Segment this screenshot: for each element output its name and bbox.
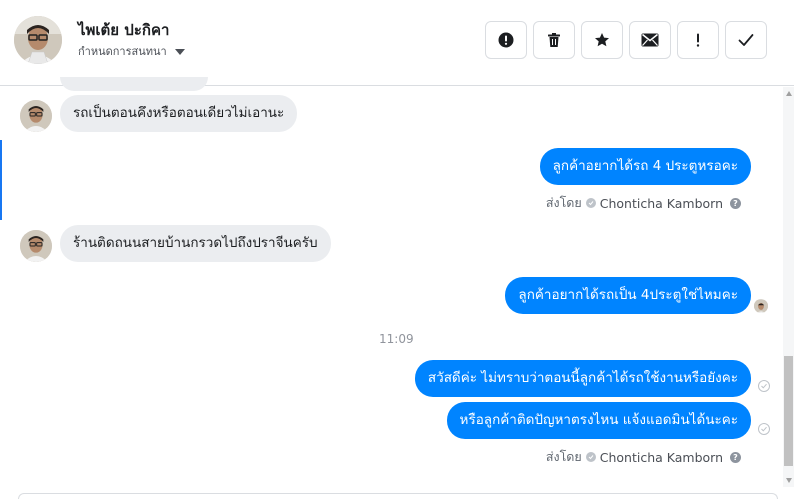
message-bubble-incoming[interactable]: ร้านติดถนนสายบ้านกรวดไปถึงปราจีนครับ (60, 225, 331, 262)
message-thread: รถเป็นตอนคึงหรือตอนเดียวไม่เอานะ ลูกค้าอ… (0, 77, 783, 487)
sent-check-icon (585, 452, 596, 462)
message-bubble-incoming[interactable]: รถเป็นตอนคึงหรือตอนเดียวไม่เอานะ (60, 95, 298, 132)
scroll-up-arrow-icon[interactable] (786, 91, 792, 96)
delivered-status-icon (758, 380, 770, 392)
conversation-actions-label: กำหนดการสนทนา (78, 45, 167, 58)
seen-by-avatar (754, 299, 768, 313)
message-bubble-outgoing[interactable]: ลูกค้าอยากได้รถ 4 ประตูหรอคะ (539, 148, 751, 185)
exclamation-icon (695, 32, 701, 48)
alert-circle-icon (498, 32, 514, 48)
timestamp-text: 11:09 (379, 332, 414, 346)
sent-by-prefix: ส่งโดย (545, 449, 582, 464)
scroll-down-arrow-icon[interactable] (786, 478, 792, 483)
contact-avatar[interactable] (14, 16, 62, 64)
check-icon (738, 33, 754, 47)
contact-avatar-small (20, 100, 52, 132)
delivered-status-icon (758, 423, 770, 435)
conversation-header: ไพเต้ย ปะกิคา กำหนดการสนทนา (0, 0, 794, 86)
mark-unread-button[interactable] (629, 21, 671, 59)
conversation-actions-dropdown[interactable]: กำหนดการสนทนา (78, 42, 185, 60)
envelope-icon (641, 33, 659, 47)
delete-button[interactable] (533, 21, 575, 59)
trash-icon (546, 32, 562, 48)
sender-name: Chonticha Kamborn (599, 449, 723, 465)
important-button[interactable] (677, 21, 719, 59)
help-icon[interactable]: ? (730, 451, 741, 463)
caret-down-icon (174, 48, 185, 55)
mark-spam-button[interactable] (485, 21, 527, 59)
message-bubble-outgoing[interactable]: หรือลูกค้าติดปัญหาตรงไหน แจ้งแอดมินได้นะ… (446, 402, 751, 439)
star-button[interactable] (581, 21, 623, 59)
conversation-toolbar (485, 21, 767, 59)
contact-name[interactable]: ไพเต้ย ปะกิคา (78, 18, 169, 42)
contact-avatar-small (20, 230, 52, 262)
star-icon (594, 32, 610, 48)
partial-message-bubble (60, 77, 208, 91)
sent-by-label: ส่งโดย Chonticha Kamborn ? (546, 447, 741, 467)
sent-by-prefix: ส่งโดย (545, 195, 582, 210)
done-button[interactable] (725, 21, 767, 59)
message-bubble-outgoing[interactable]: สวัสดีค่ะ ไม่ทราบว่าตอนนี้ลูกค้าได้รถใช้… (414, 360, 751, 397)
sent-by-label: ส่งโดย Chonticha Kamborn ? (546, 193, 741, 213)
sent-check-icon (585, 198, 596, 208)
sender-name: Chonticha Kamborn (599, 195, 723, 211)
help-icon[interactable]: ? (730, 197, 741, 209)
message-composer[interactable] (18, 493, 778, 499)
scrollbar-thumb[interactable] (784, 356, 793, 466)
message-bubble-outgoing[interactable]: ลูกค้าอยากได้รถเป็น 4ประตูใช่ไหมคะ (505, 277, 751, 314)
